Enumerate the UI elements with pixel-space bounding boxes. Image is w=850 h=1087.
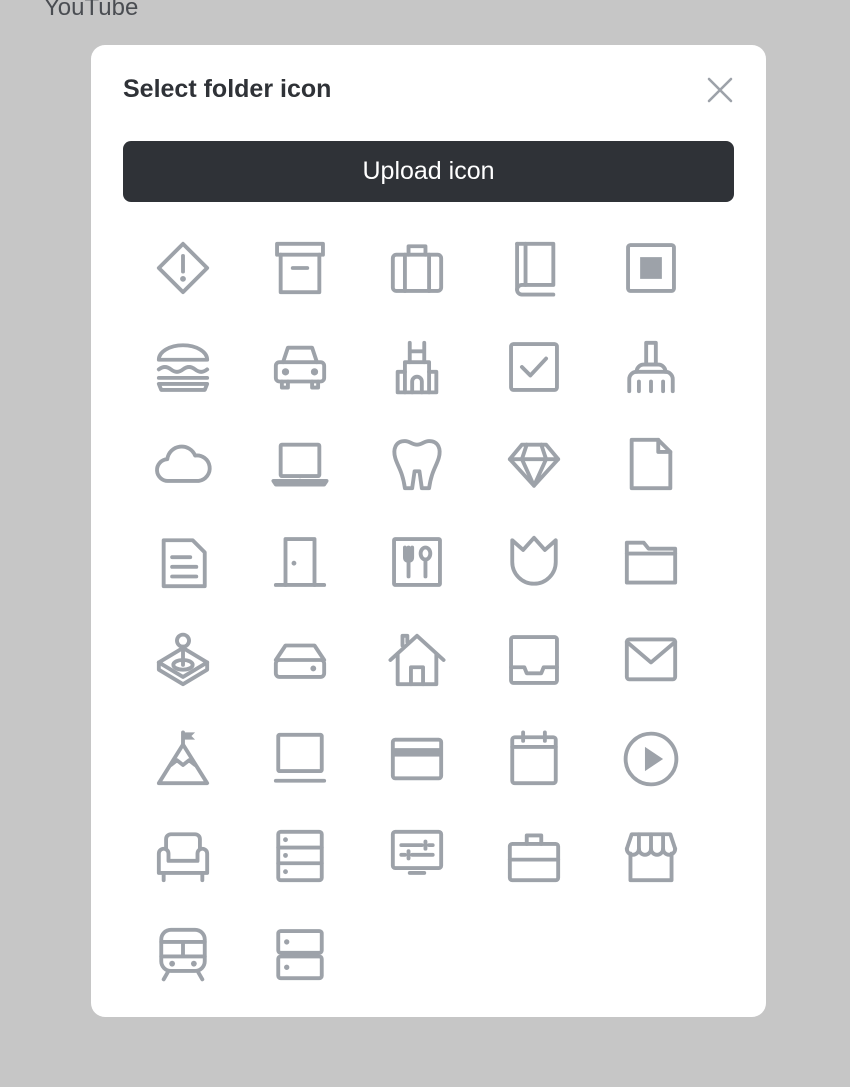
dialog-title: Select folder icon — [123, 75, 332, 103]
drive-icon-option[interactable] — [260, 620, 340, 700]
folder-icon-option[interactable] — [611, 522, 691, 602]
restaurant-icon-option[interactable] — [377, 522, 457, 602]
broom-icon — [627, 340, 675, 394]
archive-box-icon — [275, 241, 325, 295]
laptop-icon — [271, 442, 329, 487]
play-circle-icon-option[interactable] — [611, 719, 691, 799]
calendar-icon — [510, 730, 558, 786]
close-button[interactable] — [703, 73, 737, 107]
server-icon — [276, 829, 324, 883]
door-icon — [273, 537, 327, 587]
mail-icon-option[interactable] — [611, 620, 691, 700]
cloud-icon-option[interactable] — [143, 424, 223, 504]
warning-diamond-icon — [156, 241, 210, 295]
upload-icon-button[interactable]: Upload icon — [123, 141, 734, 202]
document-icon — [161, 538, 207, 589]
background-youtube-label: YouTube — [44, 0, 139, 21]
restaurant-icon — [392, 537, 442, 587]
credit-card-icon-option[interactable] — [377, 719, 457, 799]
stop-square-icon — [626, 243, 676, 293]
broom-icon-option[interactable] — [611, 327, 691, 407]
checkbox-icon — [509, 342, 559, 392]
castle-icon — [395, 340, 439, 395]
burger-icon — [156, 343, 210, 392]
toolbox-icon — [507, 833, 561, 883]
drive-icon — [273, 643, 327, 679]
computer-icon-option[interactable] — [260, 719, 340, 799]
sofa-icon-option[interactable] — [143, 816, 223, 896]
credit-card-icon — [390, 737, 444, 781]
computer-icon — [273, 732, 327, 783]
warning-diamond-icon-option[interactable] — [143, 228, 223, 308]
archive-box-icon-option[interactable] — [260, 228, 340, 308]
close-icon — [707, 77, 733, 103]
folder-icon — [624, 540, 678, 585]
car-icon — [273, 345, 327, 390]
inbox-icon-option[interactable] — [494, 620, 574, 700]
joystick-icon — [156, 632, 210, 687]
book-icon-option[interactable] — [494, 228, 574, 308]
train-icon — [159, 927, 207, 982]
mountain-flag-icon — [156, 730, 210, 786]
file-icon-option[interactable] — [611, 424, 691, 504]
inbox-icon — [509, 635, 559, 685]
briefcase-icon-option[interactable] — [377, 228, 457, 308]
calendar-icon-option[interactable] — [494, 719, 574, 799]
monitor-settings-icon-option[interactable] — [377, 816, 457, 896]
cloud-icon — [155, 444, 212, 483]
stop-square-icon-option[interactable] — [611, 228, 691, 308]
car-icon-option[interactable] — [260, 327, 340, 407]
sofa-icon — [156, 832, 210, 883]
door-icon-option[interactable] — [260, 522, 340, 602]
tulip-icon-option[interactable] — [494, 522, 574, 602]
server-small-icon — [276, 929, 324, 981]
checkbox-icon-option[interactable] — [494, 327, 574, 407]
diamond-icon-option[interactable] — [494, 424, 574, 504]
tooth-icon — [392, 439, 442, 491]
laptop-icon-option[interactable] — [260, 424, 340, 504]
toolbox-icon-option[interactable] — [494, 816, 574, 896]
document-icon-option[interactable] — [143, 522, 223, 602]
store-icon — [624, 832, 678, 883]
mail-icon — [624, 637, 678, 682]
house-icon-option[interactable] — [377, 620, 457, 700]
server-icon-option[interactable] — [260, 816, 340, 896]
briefcase-icon — [390, 244, 444, 293]
store-icon-option[interactable] — [611, 816, 691, 896]
castle-icon-option[interactable] — [377, 327, 457, 407]
book-icon — [515, 241, 556, 297]
play-circle-icon — [623, 731, 679, 787]
mountain-flag-icon-option[interactable] — [143, 719, 223, 799]
tooth-icon-option[interactable] — [377, 424, 457, 504]
monitor-settings-icon — [390, 829, 444, 875]
joystick-icon-option[interactable] — [143, 620, 223, 700]
house-icon — [388, 633, 446, 687]
server-small-icon-option[interactable] — [260, 914, 340, 994]
tulip-icon — [510, 535, 558, 586]
train-icon-option[interactable] — [143, 914, 223, 994]
diamond-icon — [507, 442, 561, 488]
burger-icon-option[interactable] — [143, 327, 223, 407]
select-folder-icon-dialog: Select folder icon Upload icon — [91, 45, 766, 1017]
file-icon — [629, 437, 673, 491]
